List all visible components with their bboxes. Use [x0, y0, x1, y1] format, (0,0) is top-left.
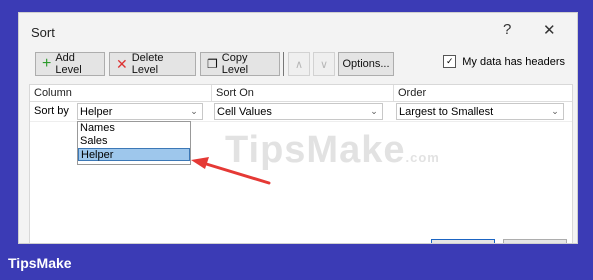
row-label: Sort by: [34, 105, 69, 117]
plus-icon: +: [42, 55, 52, 72]
sort-dialog: Sort ? ✕ + Add Level ✕ Delete Level ❐ Co…: [18, 12, 578, 244]
move-up-button[interactable]: ∧: [288, 52, 310, 76]
dropdown-option-selected[interactable]: Helper: [78, 148, 190, 161]
close-icon[interactable]: ✕: [543, 21, 556, 39]
brand-label: TipsMake: [8, 255, 72, 271]
sort-on-header: Sort On: [212, 85, 394, 101]
delete-level-label: Delete Level: [131, 52, 164, 76]
options-label: Options...: [342, 58, 390, 70]
ok-button[interactable]: [431, 239, 495, 243]
order-select[interactable]: Largest to Smallest ⌄: [396, 103, 564, 120]
move-down-button[interactable]: ∨: [313, 52, 335, 76]
cancel-button[interactable]: [503, 239, 567, 243]
add-level-label: Add Level: [55, 52, 82, 76]
copy-level-label: Copy Level: [221, 52, 249, 76]
watermark: TipsMake.com: [225, 129, 440, 172]
add-level-button[interactable]: + Add Level: [35, 52, 105, 76]
options-button[interactable]: Options...: [338, 52, 394, 76]
delete-level-button[interactable]: ✕ Delete Level: [109, 52, 196, 76]
chevron-down-icon[interactable]: ⌄: [367, 105, 381, 118]
copy-level-button[interactable]: ❐ Copy Level: [200, 52, 280, 76]
column-header: Column: [30, 85, 212, 101]
help-icon[interactable]: ?: [503, 21, 511, 38]
column-select[interactable]: Helper ⌄: [77, 103, 203, 120]
sort-on-value: Cell Values: [217, 105, 272, 118]
chevron-down-icon: ∨: [319, 58, 329, 71]
dropdown-option[interactable]: Names: [78, 122, 190, 135]
dialog-title: Sort: [31, 25, 55, 40]
headers-checkbox[interactable]: ✓: [443, 55, 457, 68]
toolbar-separator: [283, 52, 284, 76]
header-divider: [30, 101, 572, 102]
chevron-up-icon: ∧: [294, 58, 304, 71]
watermark-main: TipsMake: [225, 129, 406, 171]
column-dropdown-list[interactable]: Names Sales Helper: [77, 121, 191, 165]
watermark-suffix: .com: [405, 150, 440, 165]
delete-icon: ✕: [116, 56, 128, 72]
sort-on-select[interactable]: Cell Values ⌄: [214, 103, 383, 120]
headers-checkbox-label: My data has headers: [462, 55, 565, 68]
headers-checkbox-group[interactable]: ✓ My data has headers: [443, 55, 565, 68]
order-value: Largest to Smallest: [399, 105, 494, 118]
copy-icon: ❐: [207, 57, 218, 71]
column-select-value: Helper: [80, 105, 113, 118]
chevron-down-icon[interactable]: ⌄: [548, 105, 562, 118]
dropdown-option[interactable]: Sales: [78, 135, 190, 148]
chevron-down-icon[interactable]: ⌄: [187, 105, 201, 118]
order-header: Order: [398, 87, 427, 99]
